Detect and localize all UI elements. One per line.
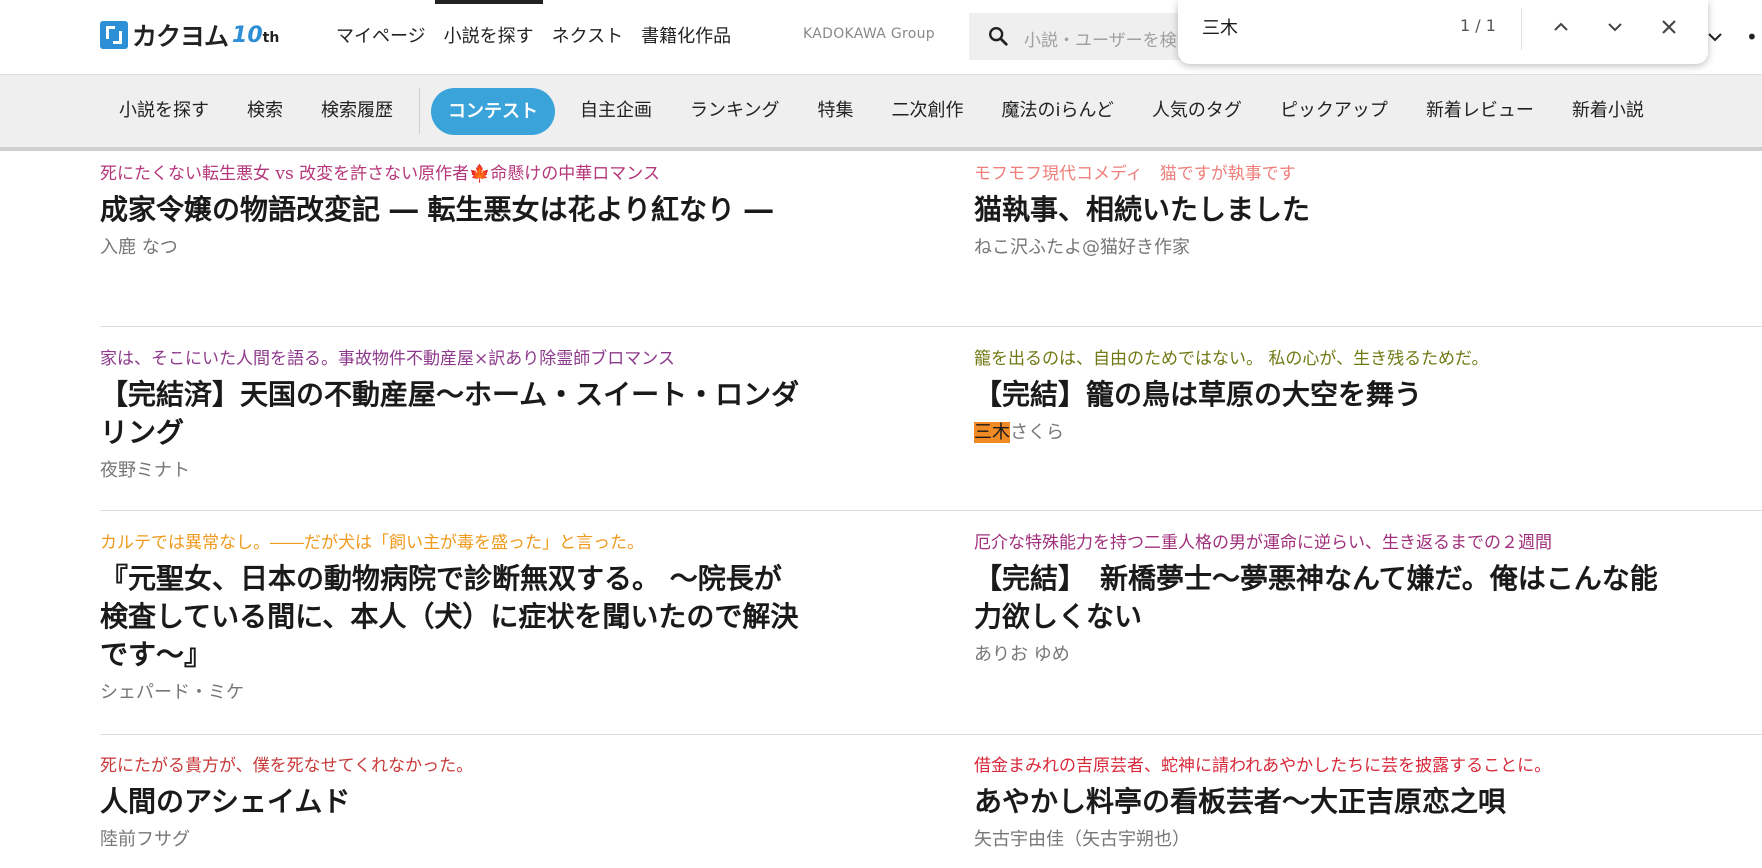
find-divider: [1521, 8, 1522, 50]
work-catchphrase: モフモフ現代コメディ 猫ですが執事です: [974, 164, 1296, 184]
row-divider: [100, 510, 1762, 511]
work-card[interactable]: 籠を出るのは、自由のためではない。 私の心が、生き残るためだ。 【完結】籠の鳥は…: [974, 346, 1674, 446]
subnav-divider: [419, 88, 420, 134]
work-catchphrase: 死にたがる貴方が、僕を死なせてくれなかった。: [100, 756, 474, 776]
search-icon: [989, 27, 1008, 46]
work-card[interactable]: モフモフ現代コメディ 猫ですが執事です 猫執事、相続いたしました ねこ沢ふたよ@…: [974, 161, 1674, 261]
chevron-down-icon[interactable]: [1706, 28, 1724, 46]
work-card[interactable]: カルテでは異常なし。――だが犬は「飼い主が毒を盛った」と言った。 『元聖女、日本…: [100, 530, 800, 706]
more-icon[interactable]: •: [1746, 27, 1758, 47]
work-title[interactable]: 【完結】 新橋夢士～夢悪神なんて嫌だ。俺はこんな能力欲しくない: [974, 560, 1674, 636]
work-catchphrase: カルテでは異常なし。――だが犬は「飼い主が毒を盛った」と言った。: [100, 533, 644, 553]
work-author[interactable]: 三木さくら: [974, 420, 1674, 446]
search-placeholder: 小説・ユーザーを検索: [1024, 31, 1194, 51]
find-match-count: 1 / 1: [1460, 16, 1496, 35]
topnav-mypage[interactable]: マイページ: [327, 0, 435, 74]
sub-nav: 小説を探す 検索 検索履歴 コンテスト 自主企画 ランキング 特集 二次創作 魔…: [0, 75, 1762, 151]
work-title[interactable]: 成家令嬢の物語改変記 ― 転生悪女は花より紅なり ―: [100, 191, 800, 229]
subnav-popular-tags[interactable]: 人気のタグ: [1133, 75, 1261, 147]
site-search-input[interactable]: 小説・ユーザーを検索: [969, 13, 1205, 60]
work-author[interactable]: シェパード・ミケ: [100, 680, 800, 706]
work-title[interactable]: 【完結】籠の鳥は草原の大空を舞う: [974, 376, 1674, 414]
topnav-next[interactable]: ネクスト: [543, 0, 632, 74]
chevron-down-icon: [1608, 23, 1622, 32]
subnav-new-novels[interactable]: 新着小説: [1553, 75, 1663, 147]
subnav-search-history[interactable]: 検索履歴: [302, 75, 412, 147]
work-card[interactable]: 厄介な特殊能力を持つ二重人格の男が運命に逆らい、生き返るまでの２週間 【完結】 …: [974, 530, 1674, 668]
subnav-contest[interactable]: コンテスト: [431, 87, 555, 135]
work-title[interactable]: 【完結済】天国の不動産屋～ホーム・スイート・ロンダリング: [100, 376, 800, 452]
work-catchphrase: 死にたくない転生悪女 vs 改変を許さない原作者🍁命懸けの中華ロマンス: [100, 164, 660, 184]
subnav-search[interactable]: 検索: [228, 75, 302, 147]
row-divider: [100, 326, 1762, 327]
find-close-button[interactable]: [1656, 14, 1682, 40]
kadokawa-group-link[interactable]: KADOKAWA Group: [803, 26, 935, 42]
find-highlight: 三木: [974, 422, 1010, 443]
work-catchphrase: 借金まみれの吉原芸者、蛇神に請われあやかしたちに芸を披露することに。: [974, 756, 1552, 776]
chevron-up-icon: [1554, 22, 1568, 31]
subnav-new-reviews[interactable]: 新着レビュー: [1407, 75, 1553, 147]
work-catchphrase: 籠を出るのは、自由のためではない。 私の心が、生き残るためだ。: [974, 349, 1489, 369]
subnav-fan-fiction[interactable]: 二次創作: [872, 75, 982, 147]
top-nav: マイページ 小説を探す ネクスト 書籍化作品: [327, 0, 740, 74]
work-author[interactable]: 入鹿 なつ: [100, 235, 800, 261]
find-previous-button[interactable]: [1548, 14, 1574, 40]
subnav-ranking[interactable]: ランキング: [671, 75, 798, 147]
topnav-published-works[interactable]: 書籍化作品: [632, 0, 740, 74]
work-author[interactable]: 陸前フサグ: [100, 827, 800, 853]
subnav-independent-projects[interactable]: 自主企画: [561, 75, 671, 147]
subnav-search-novels[interactable]: 小説を探す: [100, 75, 228, 147]
find-input[interactable]: 三木: [1202, 14, 1238, 40]
work-card[interactable]: 死にたがる貴方が、僕を死なせてくれなかった。 人間のアシェイムド 陸前フサグ: [100, 753, 800, 853]
topnav-search-novels[interactable]: 小説を探す: [434, 0, 543, 74]
logo-bracket-icon: [100, 21, 128, 49]
kakuyomu-logo[interactable]: カクヨム 10th: [100, 20, 280, 51]
work-catchphrase: 厄介な特殊能力を持つ二重人格の男が運命に逆らい、生き返るまでの２週間: [974, 533, 1552, 553]
work-title[interactable]: 『元聖女、日本の動物病院で診断無双する。 ～院長が検査している間に、本人（犬）に…: [100, 560, 800, 674]
close-icon: [1662, 20, 1676, 34]
logo-10th-badge: 10th: [232, 22, 280, 48]
find-in-page-bar: 三木 1 / 1: [1178, 0, 1708, 64]
work-card[interactable]: 借金まみれの吉原芸者、蛇神に請われあやかしたちに芸を披露することに。 あやかし料…: [974, 753, 1674, 853]
subnav-features[interactable]: 特集: [798, 75, 872, 147]
find-next-button[interactable]: [1602, 14, 1628, 40]
work-title[interactable]: 人間のアシェイムド: [100, 783, 800, 821]
work-card[interactable]: 死にたくない転生悪女 vs 改変を許さない原作者🍁命懸けの中華ロマンス 成家令嬢…: [100, 161, 800, 261]
work-catchphrase: 家は、そこにいた人間を語る。事故物件不動産屋×訳あり除霊師ブロマンス: [100, 349, 675, 369]
subnav-maho-irand[interactable]: 魔法のiらんど: [982, 75, 1132, 147]
work-author[interactable]: 矢古宇由佳（矢古宇朔也）: [974, 827, 1674, 853]
work-title[interactable]: 猫執事、相続いたしました: [974, 191, 1674, 229]
work-card[interactable]: 家は、そこにいた人間を語る。事故物件不動産屋×訳あり除霊師ブロマンス 【完結済】…: [100, 346, 800, 484]
logo-text: カクヨム: [132, 22, 229, 51]
work-author[interactable]: ねこ沢ふたよ@猫好き作家: [974, 235, 1674, 261]
work-author[interactable]: 夜野ミナト: [100, 458, 800, 484]
work-author[interactable]: ありお ゆめ: [974, 642, 1674, 668]
subnav-pickup[interactable]: ピックアップ: [1261, 75, 1407, 147]
row-divider: [100, 734, 1762, 735]
work-title[interactable]: あやかし料亭の看板芸者～大正吉原恋之唄: [974, 783, 1674, 821]
